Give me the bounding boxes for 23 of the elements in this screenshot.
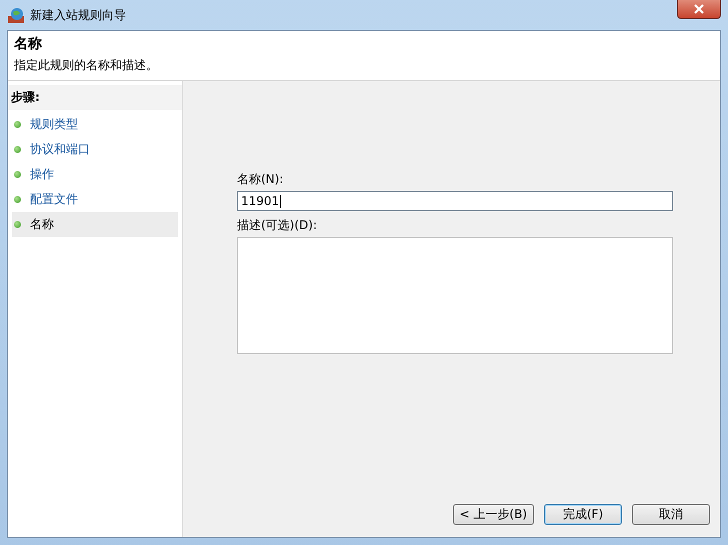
bullet-icon [14,171,21,178]
close-button[interactable] [677,0,721,19]
close-icon [694,4,704,14]
step-item[interactable]: 操作 [12,162,178,187]
window-title: 新建入站规则向导 [30,6,126,24]
field-label: 名称(N): [237,171,284,188]
name-input[interactable]: 11901 [237,191,673,211]
wizard-button[interactable]: < 上一步(B) [452,504,534,525]
step-item[interactable]: 配置文件 [12,187,178,212]
step-item[interactable]: 协议和端口 [12,137,178,162]
firewall-globe-icon [7,6,25,24]
step-item[interactable]: 规则类型 [12,112,178,137]
wizard-button[interactable]: 取消 [632,504,710,525]
bullet-icon [14,221,21,228]
field-label: 描述(可选)(D): [237,217,318,234]
steps-heading: 步骤: [8,85,182,110]
page-title: 名称 [14,35,43,53]
step-item[interactable]: 名称 [12,212,178,237]
bullet-icon [14,146,21,153]
page-description: 指定此规则的名称和描述。 [14,57,159,74]
wizard-button[interactable]: 完成(F) [544,504,622,525]
bullet-icon [14,121,21,128]
bullet-icon [14,196,21,203]
